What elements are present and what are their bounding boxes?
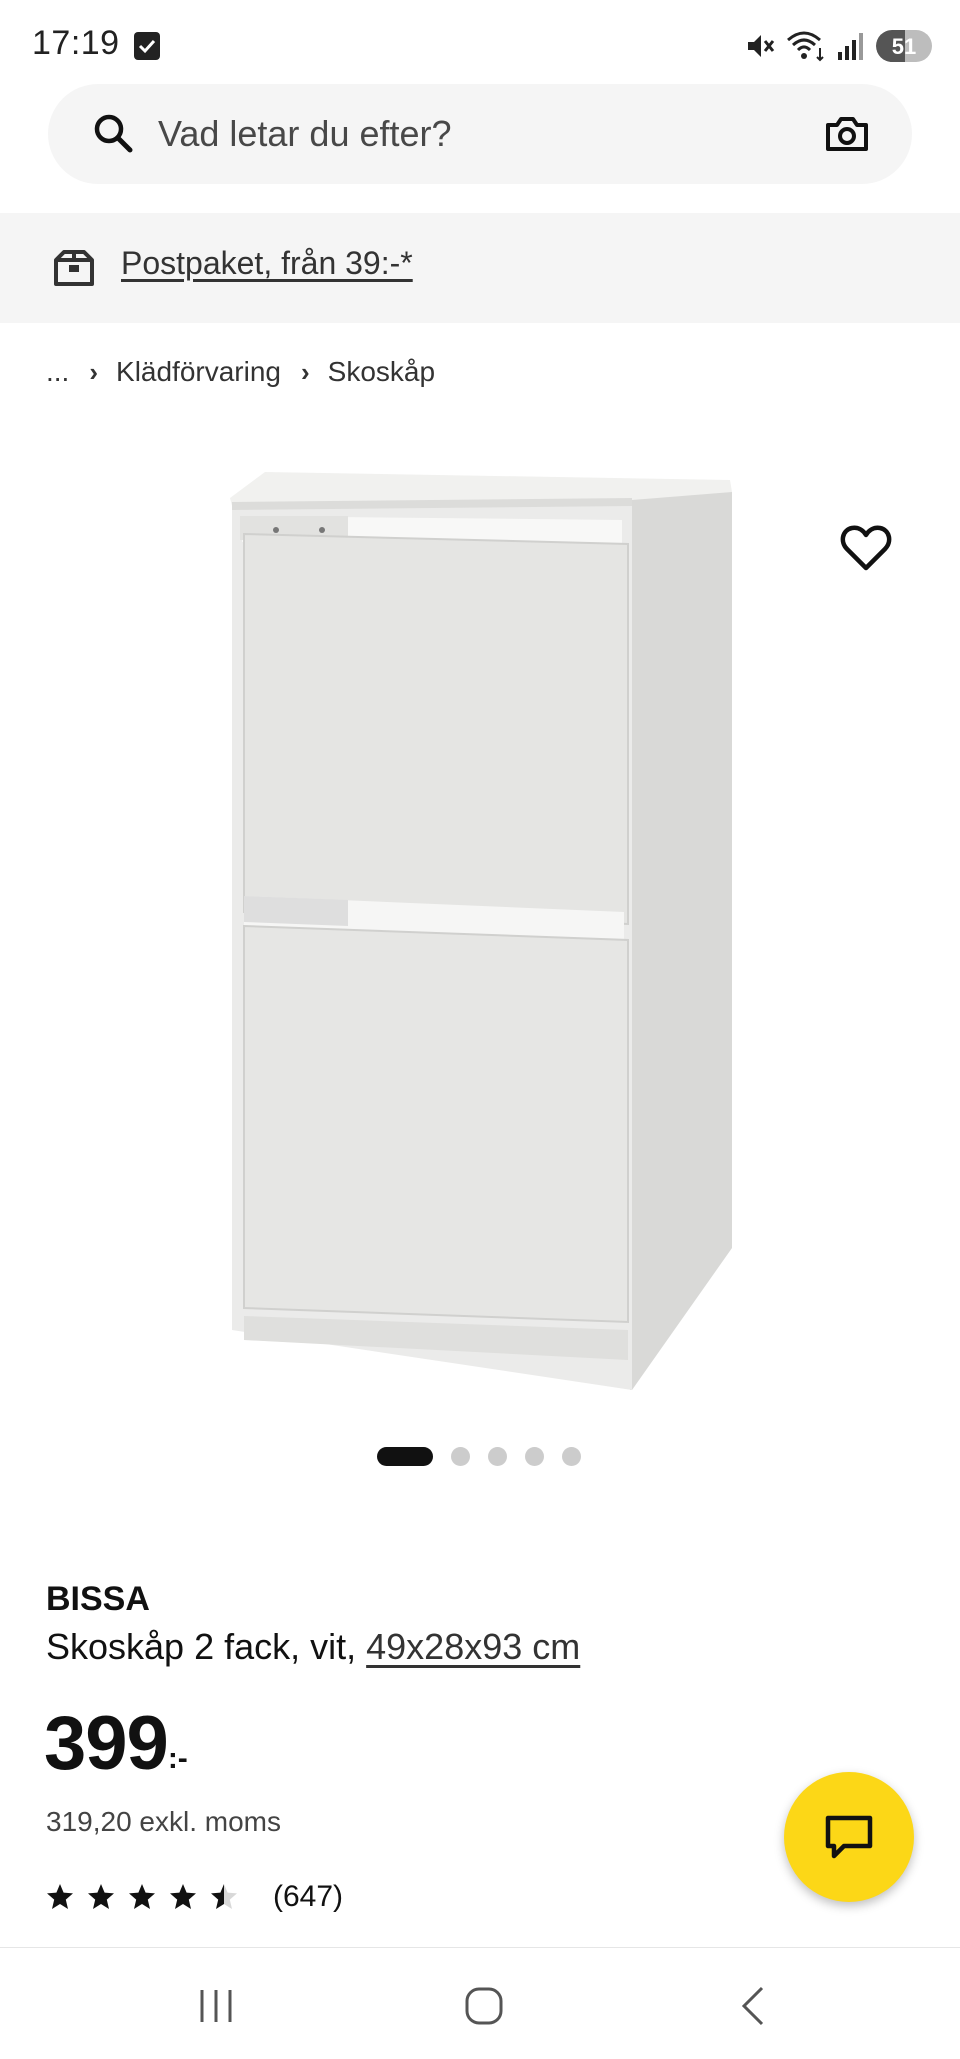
back-icon[interactable] xyxy=(738,1986,768,2026)
carousel-dot[interactable] xyxy=(525,1447,544,1466)
checkbox-notification-icon xyxy=(134,32,160,60)
product-dimensions-link[interactable]: 49x28x93 cm xyxy=(366,1626,580,1667)
carousel-dot[interactable] xyxy=(562,1447,581,1466)
delivery-box-icon xyxy=(54,250,94,286)
chevron-right-icon: › xyxy=(89,356,99,387)
status-bar: 17:19 51 xyxy=(0,0,960,84)
star-icon xyxy=(129,1884,155,1909)
breadcrumb-item-skoskap[interactable]: Skoskåp xyxy=(328,356,435,388)
heart-icon[interactable] xyxy=(836,518,896,578)
delivery-banner: Postpaket, från 39:-* xyxy=(0,213,960,323)
chevron-right-icon: › xyxy=(301,356,310,387)
product-rating[interactable]: (647) xyxy=(46,1880,343,1914)
review-count[interactable]: (647) xyxy=(273,1880,343,1914)
product-description-text: Skoskåp 2 fack, vit, xyxy=(46,1626,367,1667)
product-price: 399 :- xyxy=(44,1706,188,1782)
battery-level: 51 xyxy=(891,34,917,59)
breadcrumb: ... › Klädförvaring › Skoskåp xyxy=(46,356,435,388)
system-nav-bar xyxy=(0,1947,960,2059)
search-icon[interactable] xyxy=(90,110,136,156)
star-icon xyxy=(47,1884,73,1909)
product-description: Skoskåp 2 fack, vit, 49x28x93 cm xyxy=(46,1626,580,1668)
chat-button[interactable] xyxy=(784,1772,914,1902)
price-suffix: :- xyxy=(167,1742,188,1775)
mute-icon xyxy=(748,35,775,57)
carousel-dot[interactable] xyxy=(488,1447,507,1466)
signal-icon xyxy=(838,33,863,60)
carousel-dot[interactable] xyxy=(377,1447,433,1466)
battery-indicator: 51 xyxy=(876,30,932,62)
price-main: 399 xyxy=(44,1701,169,1786)
camera-icon[interactable] xyxy=(824,111,870,157)
wifi-icon xyxy=(787,31,824,62)
carousel-dot[interactable] xyxy=(451,1447,470,1466)
product-image[interactable] xyxy=(220,460,740,1395)
chat-icon xyxy=(825,1815,873,1859)
status-time: 17:19 xyxy=(32,24,120,62)
product-brand: BISSA xyxy=(46,1580,150,1618)
star-icon xyxy=(170,1884,196,1909)
breadcrumb-item-kladforvaring[interactable]: Klädförvaring xyxy=(116,356,281,388)
home-icon[interactable] xyxy=(464,1986,504,2026)
search-input[interactable] xyxy=(158,108,758,160)
star-icon xyxy=(211,1884,237,1909)
price-excl-vat: 319,20 exkl. moms xyxy=(46,1806,281,1837)
delivery-link[interactable]: Postpaket, från 39:-* xyxy=(121,245,413,282)
carousel-indicators[interactable] xyxy=(377,1447,581,1466)
breadcrumb-ellipsis[interactable]: ... xyxy=(46,356,69,388)
search-bar[interactable] xyxy=(48,84,912,184)
recent-apps-icon[interactable] xyxy=(196,1986,236,2026)
status-icons: 51 xyxy=(744,28,932,64)
star-icon xyxy=(88,1884,114,1909)
